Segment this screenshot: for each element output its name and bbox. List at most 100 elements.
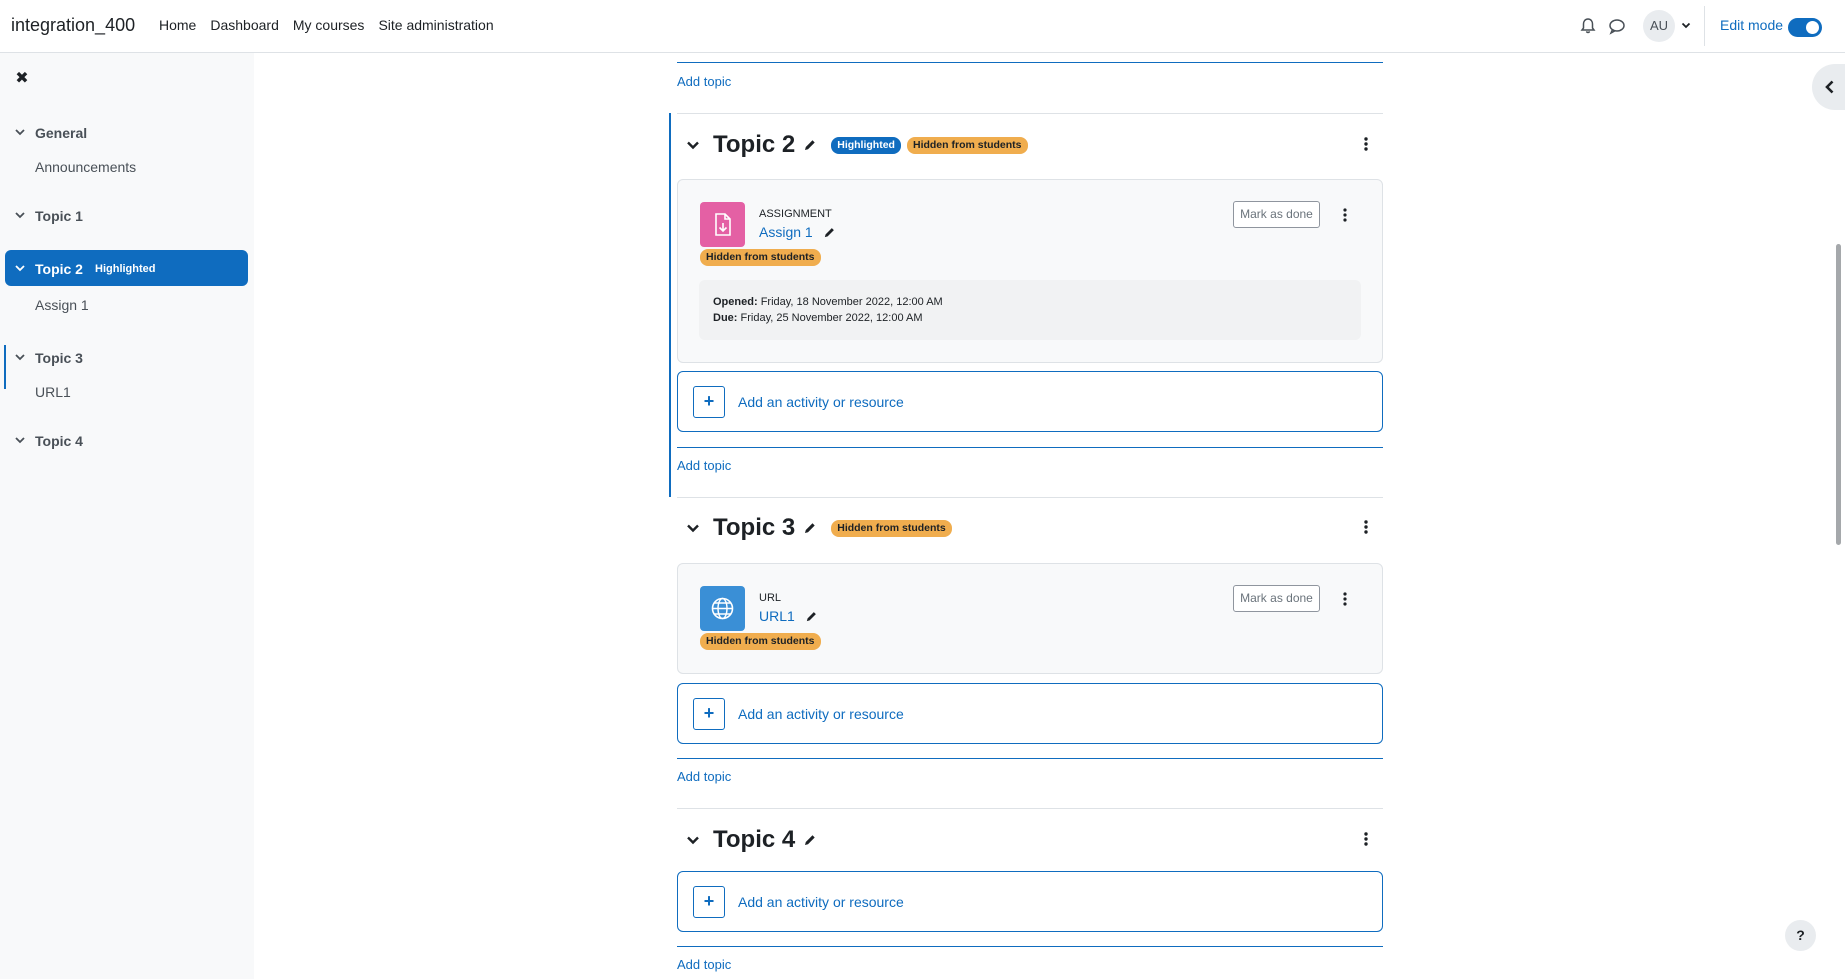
primary-navigation: Home Dashboard My courses Site administr… [159, 17, 508, 34]
course-index-item-assign-1[interactable]: Assign 1 [35, 297, 89, 313]
plus-icon: + [693, 386, 725, 418]
hidden-from-students-badge: Hidden from students [906, 136, 1028, 154]
help-button[interactable]: ? [1785, 920, 1816, 951]
globe-icon[interactable] [700, 586, 745, 631]
activity-card-url1: URL URL1 Hidden from students Mark as do… [677, 563, 1383, 674]
chevron-down-icon[interactable] [14, 126, 26, 138]
highlighted-section-bar [669, 113, 671, 497]
user-avatar[interactable]: AU [1643, 10, 1675, 42]
course-index-section-topic-3[interactable]: Topic 3 [5, 339, 248, 375]
section-divider [677, 113, 1383, 114]
kebab-menu-icon[interactable] [1362, 135, 1370, 153]
due-date-value: Friday, 25 November 2022, 12:00 AM [740, 312, 923, 324]
add-activity-button[interactable]: + Add an activity or resource [677, 371, 1383, 432]
pencil-icon[interactable] [805, 610, 818, 623]
assignment-icon[interactable] [700, 202, 745, 247]
edit-mode-label: Edit mode [1720, 17, 1784, 33]
course-index-section-topic-4[interactable]: Topic 4 [5, 422, 248, 458]
section-header-topic-3: Topic 3 Hidden from students [685, 513, 958, 543]
add-topic-link[interactable]: Add topic [677, 74, 731, 89]
course-index-section-general[interactable]: General [5, 114, 248, 150]
section-divider [677, 497, 1383, 498]
kebab-menu-icon[interactable] [1362, 518, 1370, 536]
section-label: Topic 4 [35, 433, 83, 449]
course-index-item-url1[interactable]: URL1 [35, 384, 71, 400]
section-divider [677, 946, 1383, 947]
section-header-topic-4: Topic 4 [685, 825, 831, 855]
section-title[interactable]: Topic 4 [713, 826, 795, 854]
mark-as-done-button[interactable]: Mark as done [1233, 585, 1320, 612]
activity-link-assign-1[interactable]: Assign 1 [759, 224, 813, 240]
activity-type-label: ASSIGNMENT [759, 208, 832, 220]
chevron-left-icon [1825, 80, 1834, 94]
add-topic-link[interactable]: Add topic [677, 957, 731, 972]
hidden-from-students-badge: Hidden from students [700, 249, 821, 266]
course-index-section-topic-1[interactable]: Topic 1 [5, 197, 248, 233]
navbar-divider [1704, 6, 1705, 46]
plus-icon: + [693, 698, 725, 730]
course-index-section-topic-2[interactable]: Topic 2 Highlighted [5, 250, 248, 286]
close-icon[interactable]: ✖ [13, 70, 31, 88]
section-title[interactable]: Topic 3 [713, 514, 795, 542]
kebab-menu-icon[interactable] [1341, 207, 1349, 223]
chevron-down-icon[interactable] [1679, 18, 1693, 32]
section-divider [677, 808, 1383, 809]
hidden-from-students-badge: Hidden from students [700, 633, 821, 650]
section-divider [677, 62, 1383, 63]
page-scrollbar[interactable] [1836, 244, 1841, 545]
course-index-item-announcements[interactable]: Announcements [35, 159, 136, 175]
pencil-icon[interactable] [803, 138, 817, 152]
plus-icon: + [693, 886, 725, 918]
section-label: General [35, 125, 88, 141]
nav-dashboard-link[interactable]: Dashboard [210, 17, 279, 34]
activity-card-assign-1: ASSIGNMENT Assign 1 Hidden from students… [677, 179, 1383, 363]
edit-mode-toggle[interactable] [1788, 18, 1822, 37]
messages-icon[interactable] [1608, 17, 1626, 35]
activity-type-label: URL [759, 592, 782, 604]
section-label: Topic 1 [35, 208, 83, 224]
section-divider [677, 447, 1383, 448]
add-topic-link[interactable]: Add topic [677, 769, 731, 784]
kebab-menu-icon[interactable] [1341, 591, 1349, 607]
mark-as-done-button[interactable]: Mark as done [1233, 201, 1320, 228]
nav-my-courses-link[interactable]: My courses [293, 17, 365, 34]
pencil-icon[interactable] [823, 226, 836, 239]
chevron-down-icon[interactable] [685, 520, 701, 536]
chevron-down-icon[interactable] [14, 209, 26, 221]
hidden-from-students-badge: Hidden from students [831, 519, 952, 537]
pencil-icon[interactable] [803, 833, 817, 847]
section-header-topic-2: Topic 2 Highlighted Hidden from students [685, 130, 1034, 160]
kebab-menu-icon[interactable] [1362, 830, 1370, 848]
section-title[interactable]: Topic 2 [713, 131, 795, 159]
opened-date-value: Friday, 18 November 2022, 12:00 AM [760, 296, 943, 308]
activity-name-row: Assign 1 [759, 224, 836, 240]
nav-site-administration-link[interactable]: Site administration [378, 17, 493, 34]
pencil-icon[interactable] [803, 521, 817, 535]
section-label: Topic 3 [35, 350, 83, 366]
section-divider [677, 758, 1383, 759]
block-drawer-toggle[interactable] [1812, 64, 1845, 110]
chevron-down-icon[interactable] [14, 262, 26, 274]
chevron-down-icon[interactable] [14, 351, 26, 363]
chevron-down-icon[interactable] [685, 832, 701, 848]
due-date-row: Due: Friday, 25 November 2022, 12:00 AM [713, 312, 923, 324]
add-activity-button[interactable]: + Add an activity or resource [677, 871, 1383, 932]
activity-name-row: URL1 [759, 608, 818, 624]
site-brand[interactable]: integration_400 [11, 15, 135, 36]
top-navbar: integration_400 Home Dashboard My course… [0, 0, 1845, 53]
chevron-down-icon[interactable] [14, 434, 26, 446]
toggle-knob [1806, 21, 1819, 34]
add-activity-button[interactable]: + Add an activity or resource [677, 683, 1383, 744]
highlighted-badge: Highlighted [95, 263, 156, 275]
activity-dates: Opened: Friday, 18 November 2022, 12:00 … [699, 280, 1361, 340]
add-activity-label: Add an activity or resource [738, 894, 904, 910]
add-topic-link[interactable]: Add topic [677, 458, 731, 473]
bell-icon[interactable] [1579, 17, 1597, 35]
course-index-drawer: ✖ General Announcements Topic 1 Topic 2 … [0, 53, 254, 979]
section-label: Topic 2 [35, 261, 83, 277]
chevron-down-icon[interactable] [685, 137, 701, 153]
activity-link-url1[interactable]: URL1 [759, 608, 795, 624]
opened-date-row: Opened: Friday, 18 November 2022, 12:00 … [713, 296, 943, 308]
highlighted-badge: Highlighted [831, 136, 901, 154]
nav-home-link[interactable]: Home [159, 17, 196, 34]
